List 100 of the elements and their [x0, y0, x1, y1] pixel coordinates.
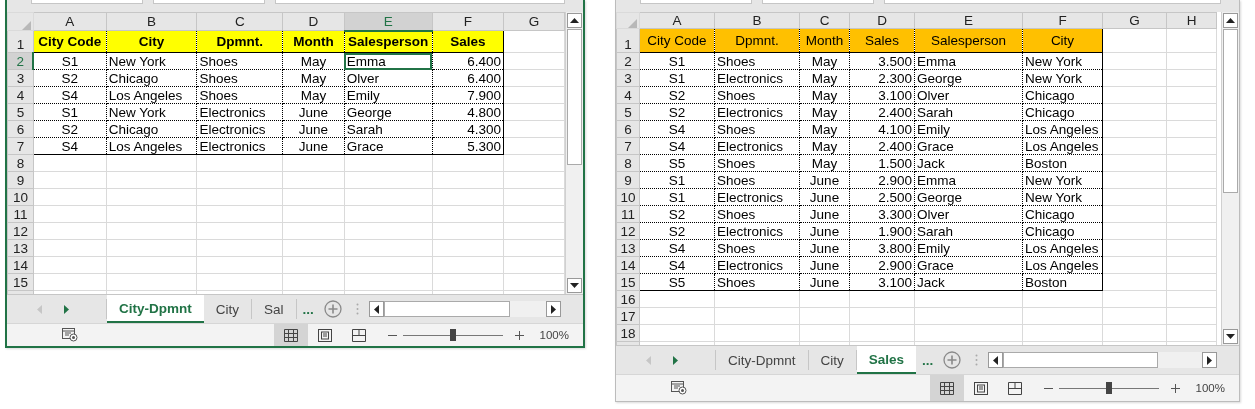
column-header[interactable]: A	[639, 12, 715, 29]
zoom-in-icon[interactable]	[1170, 383, 1180, 393]
column-header[interactable]: C	[799, 12, 850, 29]
table-cell: Grace	[914, 137, 1023, 155]
table-cell: June	[799, 222, 850, 240]
plus-circle-icon	[323, 300, 342, 318]
zoom-in-icon[interactable]	[514, 330, 524, 340]
table-cell: Emily	[914, 239, 1023, 257]
column-header[interactable]: E	[344, 12, 433, 31]
table-cell: Boston	[1022, 273, 1103, 291]
page-icon	[973, 381, 988, 395]
scrollbar-thumb[interactable]	[1003, 352, 1159, 368]
column-heading: Month	[282, 30, 345, 53]
scroll-down-button[interactable]	[567, 278, 582, 293]
scrollbar-thumb[interactable]	[383, 301, 511, 317]
scroll-up-button[interactable]	[567, 13, 582, 28]
table-cell: June	[799, 205, 850, 223]
macro-record-icon[interactable]	[62, 328, 78, 342]
page-break-icon	[351, 328, 366, 342]
scrollbar-thumb[interactable]	[1223, 29, 1238, 194]
table-cell: Shoes	[196, 69, 283, 87]
table-cell: Chicago	[106, 69, 197, 87]
table-cell: Shoes	[714, 205, 800, 223]
table-cell: S2	[639, 86, 715, 104]
table-cell: S5	[639, 154, 715, 172]
table-cell: Olver	[914, 205, 1023, 223]
normal-view-button[interactable]	[929, 375, 964, 401]
scroll-left-button[interactable]	[988, 352, 1004, 368]
column-header[interactable]: D	[849, 12, 915, 29]
table-cell: Shoes	[714, 154, 800, 172]
table-cell: George	[344, 103, 433, 121]
zoom-level[interactable]: 100%	[539, 329, 569, 341]
column-header[interactable]: A	[33, 12, 107, 31]
column-header[interactable]: B	[106, 12, 197, 31]
sheet-tab[interactable]: City-Dpmnt	[716, 350, 809, 370]
more-sheets-button[interactable]: ...	[916, 346, 940, 374]
scroll-down-button[interactable]	[1223, 329, 1238, 344]
table-cell: 3.500	[849, 52, 915, 70]
grid-icon	[283, 328, 298, 342]
table-cell: June	[799, 188, 850, 206]
table-cell: Shoes	[714, 120, 800, 138]
table-cell: S2	[33, 69, 107, 87]
sheet-tab[interactable]: City-Dpmnt	[107, 295, 204, 323]
table-cell: 3.800	[849, 239, 915, 257]
scroll-left-button[interactable]	[368, 301, 384, 317]
table-cell: New York	[1022, 188, 1103, 206]
table-cell: Electronics	[196, 103, 283, 121]
table-cell: June	[799, 256, 850, 274]
table-cell: Electronics	[714, 188, 800, 206]
table-cell: 2.900	[849, 256, 915, 274]
caret-right-icon	[1207, 355, 1212, 365]
grid-icon	[939, 381, 954, 395]
scroll-right-button[interactable]	[1202, 352, 1217, 368]
sheet-tab[interactable]: City	[808, 350, 857, 370]
table-cell: 4.100	[849, 120, 915, 138]
column-header[interactable]: F	[432, 12, 504, 31]
table-cell: S2	[639, 222, 715, 240]
table-cell: Sarah	[914, 103, 1023, 121]
normal-view-button[interactable]	[273, 324, 308, 346]
table-cell: Chicago	[1022, 222, 1103, 240]
column-heading: Dpmnt.	[196, 30, 283, 53]
column-header[interactable]: D	[282, 12, 345, 31]
column-header[interactable]: E	[914, 12, 1023, 29]
scroll-up-button[interactable]	[1223, 13, 1238, 28]
table-cell: June	[282, 137, 345, 155]
caret-left-icon	[646, 355, 651, 365]
table-cell: Grace	[914, 256, 1023, 274]
more-sheets-button[interactable]: ...	[296, 295, 320, 323]
table-cell: New York	[1022, 69, 1103, 87]
table-cell: S1	[639, 188, 715, 206]
table-cell: S4	[33, 137, 107, 155]
zoom-slider-thumb[interactable]	[1105, 382, 1112, 394]
table-cell: Jack	[914, 273, 1023, 291]
sheet-tab[interactable]: City	[203, 299, 252, 319]
split-handle-icon[interactable]	[975, 354, 979, 366]
row-header[interactable]: 1	[616, 28, 640, 53]
caret-right-icon	[64, 304, 69, 314]
column-header[interactable]: B	[714, 12, 800, 29]
table-cell: June	[799, 171, 850, 189]
caret-right-icon	[551, 304, 556, 314]
sheet-tab[interactable]: Sal	[252, 299, 297, 319]
table-cell: S4	[639, 137, 715, 155]
column-header[interactable]: C	[196, 12, 283, 31]
split-handle-icon[interactable]	[355, 303, 359, 315]
scrollbar-thumb[interactable]	[567, 29, 582, 166]
table-cell: 3.100	[849, 273, 915, 291]
table-cell: 2.300	[849, 69, 915, 87]
column-header[interactable]: G	[1102, 12, 1167, 29]
column-header[interactable]: F	[1022, 12, 1103, 29]
row-header[interactable]: 1	[7, 30, 34, 53]
column-header[interactable]: G	[503, 12, 565, 31]
macro-record-icon[interactable]	[671, 381, 687, 395]
scroll-right-button[interactable]	[546, 301, 561, 317]
table-cell: May	[799, 154, 850, 172]
zoom-slider-thumb[interactable]	[449, 329, 456, 341]
column-heading: Salesperson	[344, 30, 433, 53]
column-header[interactable]: H	[1166, 12, 1217, 29]
sheet-tab[interactable]: Sales	[856, 346, 917, 374]
zoom-level[interactable]: 100%	[1195, 382, 1225, 394]
table-cell: New York	[1022, 171, 1103, 189]
